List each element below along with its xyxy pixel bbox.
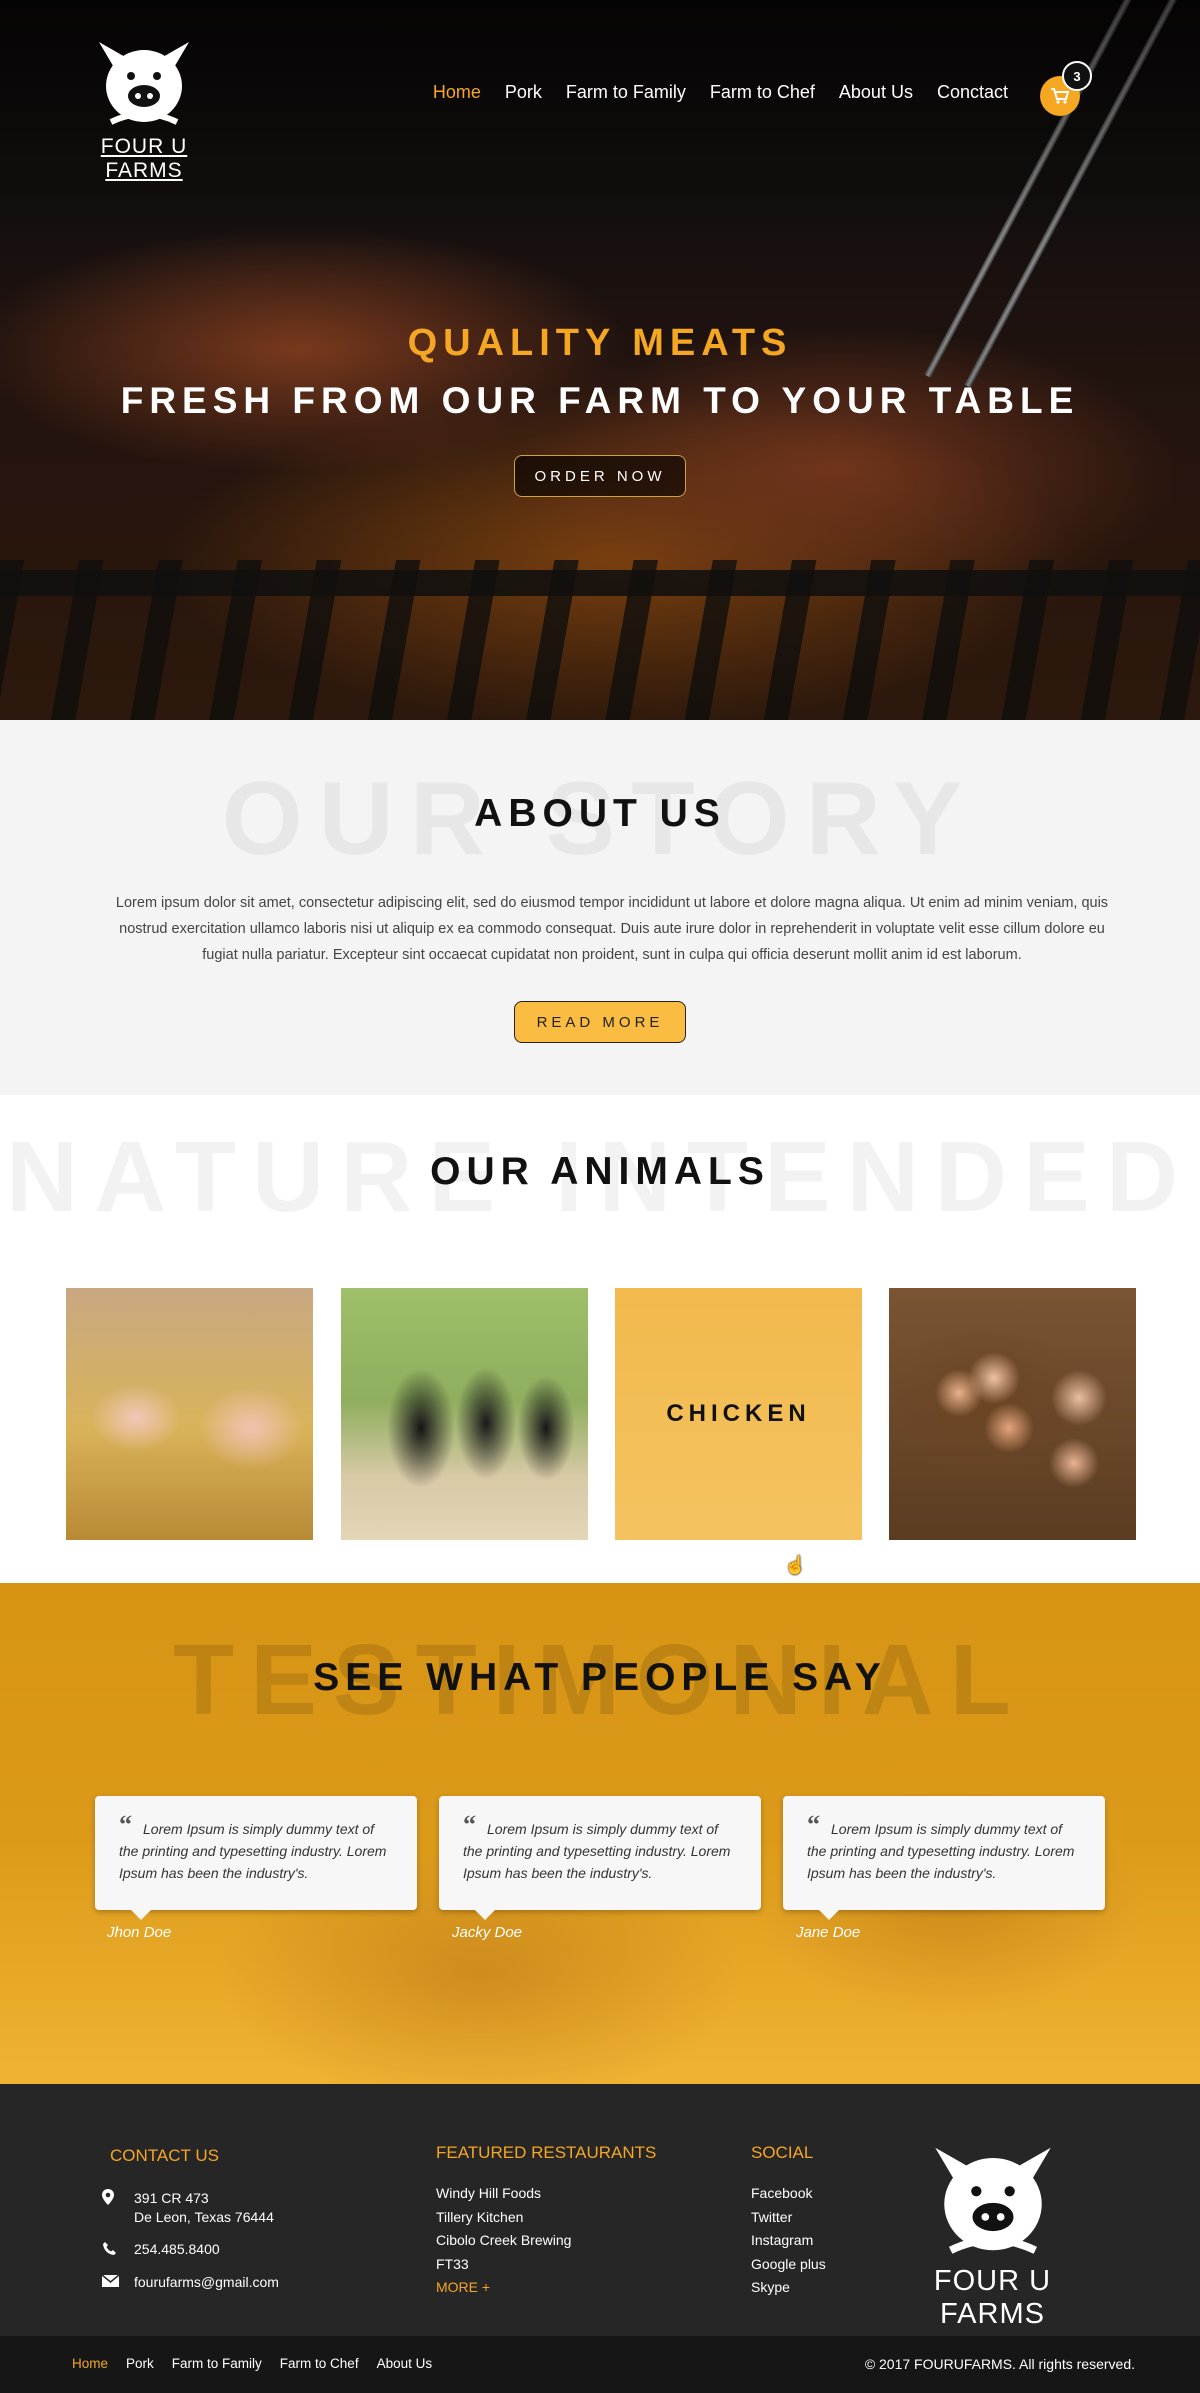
copyright-text: © 2017 FOURUFARMS. All rights reserved. bbox=[864, 2356, 1135, 2372]
quote-icon: “ bbox=[807, 1810, 820, 1839]
restaurant-link[interactable]: Tillery Kitchen bbox=[436, 2209, 523, 2225]
testimonial-author: Jhon Doe bbox=[107, 1924, 172, 1941]
testimonial-author: Jacky Doe bbox=[452, 1924, 523, 1941]
social-heading: SOCIAL bbox=[751, 2143, 814, 2162]
animal-card-label: CHICKEN bbox=[666, 1400, 811, 1427]
footer-brand-name: FOUR U FARMS bbox=[933, 2265, 1052, 2330]
nav-pork[interactable]: Pork bbox=[505, 82, 542, 103]
hand-cursor-icon: ☝ bbox=[784, 1555, 807, 1575]
bottom-nav-farm-to-chef[interactable]: Farm to Chef bbox=[280, 2356, 359, 2371]
site-footer: CONTACT US 391 CR 473 De Leon, Texas 764… bbox=[0, 2084, 1200, 2336]
map-pin-icon bbox=[99, 2188, 117, 2206]
testimonial-card: “ Lorem Ipsum is simply dummy text of th… bbox=[95, 1796, 417, 1920]
more-restaurants-link[interactable]: MORE + bbox=[436, 2279, 490, 2295]
animal-card-eggs[interactable] bbox=[889, 1288, 1136, 1540]
nav-about-us[interactable]: About Us bbox=[839, 82, 913, 103]
read-more-button[interactable]: READ MORE bbox=[514, 1001, 686, 1043]
restaurant-link[interactable]: Windy Hill Foods bbox=[436, 2185, 541, 2201]
animal-card-pigs[interactable] bbox=[66, 1288, 313, 1540]
animals-section: NATURE INTENDED OUR ANIMALS CHICKEN ☝ bbox=[0, 1095, 1200, 1583]
bottom-bar: Home Pork Farm to Family Farm to Chef Ab… bbox=[0, 2336, 1200, 2393]
about-text: Lorem ipsum dolor sit amet, consectetur … bbox=[115, 895, 1109, 963]
email-address[interactable]: fourufarms@gmail.com bbox=[134, 2274, 279, 2290]
pig-logo-icon bbox=[934, 2147, 1051, 2254]
nav-farm-to-family[interactable]: Farm to Family bbox=[566, 82, 686, 103]
testimonials-section: TESTIMONIAL SEE WHAT PEOPLE SAY “ Lorem … bbox=[0, 1583, 1200, 2084]
about-title: ABOUT US bbox=[474, 792, 726, 835]
testimonial-quote: Lorem Ipsum is simply dummy text of the … bbox=[807, 1821, 1075, 1881]
testimonials-title: SEE WHAT PEOPLE SAY bbox=[313, 1656, 887, 1699]
nav-farm-to-chef[interactable]: Farm to Chef bbox=[710, 82, 815, 103]
hero-section: FOUR U FARMS Home Pork Farm to Family Fa… bbox=[0, 0, 1200, 720]
social-google-plus-link[interactable]: Google plus bbox=[751, 2256, 826, 2272]
about-section: OUR STORY ABOUT US Lorem ipsum dolor sit… bbox=[0, 720, 1200, 1095]
bottom-nav-pork[interactable]: Pork bbox=[126, 2356, 154, 2371]
contact-heading: CONTACT US bbox=[110, 2146, 219, 2165]
pig-logo-icon bbox=[99, 42, 189, 125]
quote-icon: “ bbox=[119, 1810, 132, 1839]
animals-title: OUR ANIMALS bbox=[430, 1150, 770, 1193]
testimonial-author: Jane Doe bbox=[796, 1924, 861, 1941]
address-line-1: 391 CR 473 bbox=[134, 2190, 209, 2206]
phone-icon bbox=[100, 2239, 118, 2257]
social-instagram-link[interactable]: Instagram bbox=[751, 2232, 813, 2248]
testimonial-quote: Lorem Ipsum is simply dummy text of the … bbox=[119, 1821, 387, 1881]
animal-card-chicken[interactable]: CHICKEN bbox=[615, 1288, 862, 1540]
bottom-nav-home[interactable]: Home bbox=[72, 2356, 108, 2371]
bottom-nav-farm-to-family[interactable]: Farm to Family bbox=[172, 2356, 262, 2371]
hero-kicker: QUALITY MEATS bbox=[407, 322, 793, 364]
cart-count-badge: 3 bbox=[1062, 61, 1092, 91]
email-icon bbox=[101, 2272, 119, 2290]
cart-icon bbox=[1051, 88, 1070, 104]
testimonial-card: “ Lorem Ipsum is simply dummy text of th… bbox=[783, 1796, 1105, 1920]
bottom-nav-about-us[interactable]: About Us bbox=[377, 2356, 433, 2371]
social-twitter-link[interactable]: Twitter bbox=[751, 2209, 792, 2225]
social-skype-link[interactable]: Skype bbox=[751, 2279, 790, 2295]
social-facebook-link[interactable]: Facebook bbox=[751, 2185, 812, 2201]
order-now-button[interactable]: ORDER NOW bbox=[514, 455, 686, 497]
address-line-2: De Leon, Texas 76444 bbox=[134, 2209, 274, 2225]
nav-contact[interactable]: Conctact bbox=[937, 82, 1008, 103]
animal-card-cattle[interactable] bbox=[341, 1288, 588, 1540]
restaurant-link[interactable]: FT33 bbox=[436, 2256, 469, 2272]
phone-number[interactable]: 254.485.8400 bbox=[134, 2241, 220, 2257]
bottom-nav: Home Pork Farm to Family Farm to Chef Ab… bbox=[72, 2356, 432, 2371]
site-logo[interactable]: FOUR U FARMS bbox=[64, 36, 224, 183]
brand-name: FOUR U FARMS bbox=[100, 135, 188, 182]
hero-title: FRESH FROM OUR FARM TO YOUR TABLE bbox=[120, 380, 1080, 421]
testimonial-card: “ Lorem Ipsum is simply dummy text of th… bbox=[439, 1796, 761, 1920]
restaurants-heading: FEATURED RESTAURANTS bbox=[436, 2143, 657, 2162]
nav-home[interactable]: Home bbox=[433, 82, 481, 103]
quote-icon: “ bbox=[463, 1810, 476, 1839]
main-nav: Home Pork Farm to Family Farm to Chef Ab… bbox=[433, 82, 1008, 103]
footer-logo[interactable]: FOUR U FARMS bbox=[880, 2140, 1105, 2331]
testimonial-quote: Lorem Ipsum is simply dummy text of the … bbox=[463, 1821, 731, 1881]
restaurant-link[interactable]: Cibolo Creek Brewing bbox=[436, 2232, 571, 2248]
